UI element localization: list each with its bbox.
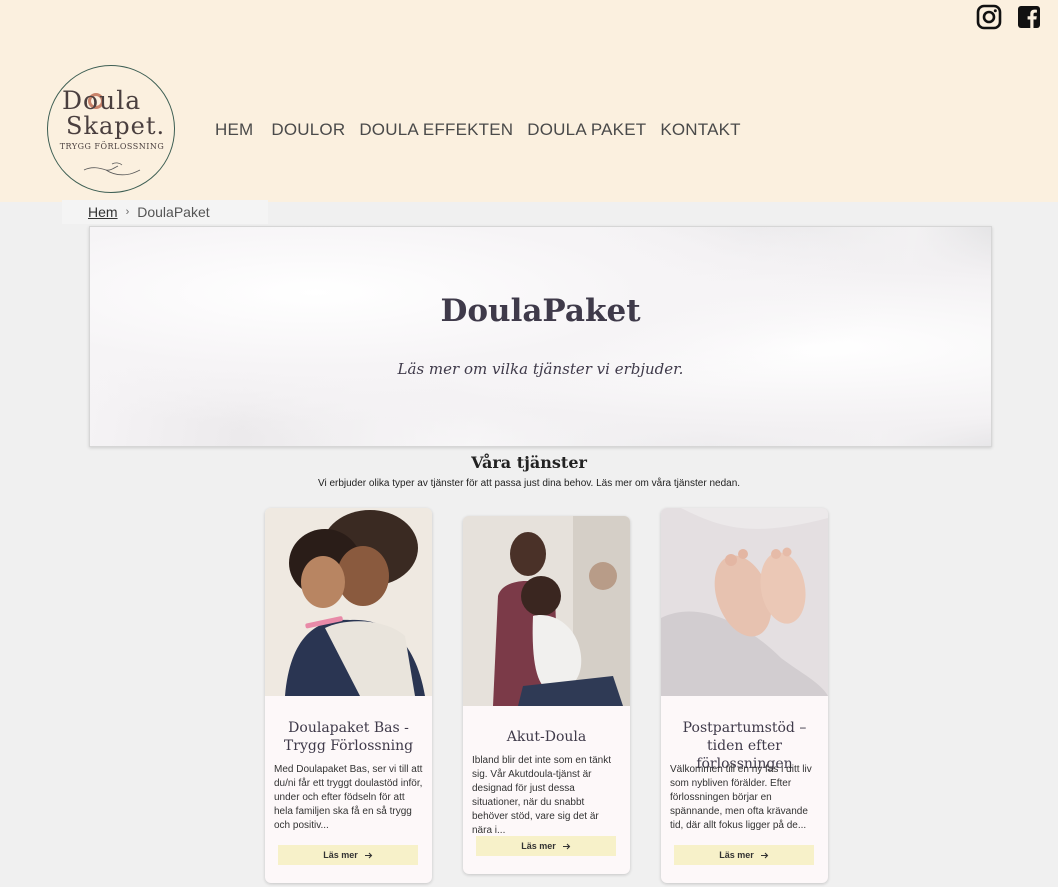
arrow-right-icon [760,852,769,858]
logo-tagline: TRYGG FÖRLOSSNING [59,142,165,151]
services-title: Våra tjänster [471,453,587,472]
nav-item-kontakt[interactable]: KONTAKT [660,120,740,140]
logo-line-2: Skapet. [66,112,166,140]
page-title: DoulaPaket [440,293,641,329]
nav-item-hem[interactable]: HEM [215,120,253,140]
service-card[interactable]: Akut-Doula Ibland blir det inte som en t… [463,516,630,874]
card-image[interactable] [661,508,828,696]
card-description: Välkommen till en ny fas i ditt liv som … [670,764,812,831]
read-more-button[interactable]: Läs mer [674,845,814,865]
read-more-button[interactable]: Läs mer [278,845,418,865]
button-label: Läs mer [521,841,556,851]
chevron-right-icon: › [125,206,130,218]
instagram-icon[interactable] [976,4,1002,30]
card-description: Ibland blir det inte som en tänkt sig. V… [472,755,611,836]
card-image[interactable] [463,516,630,706]
button-label: Läs mer [719,850,754,860]
logo-line-1: Doula [62,86,142,115]
arrow-right-icon [364,852,373,858]
service-card[interactable]: Postpartumstöd – tiden efter förlossning… [661,508,828,883]
hugging-women-photo [265,508,432,696]
hero-banner: DoulaPaket Läs mer om vilka tjänster vi … [89,226,992,447]
main-nav: HEM DOULOR DOULA EFFEKTEN DOULA PAKET KO… [215,120,741,140]
card-title[interactable]: Doulapaket Bas - Trygg Förlossning [265,719,432,755]
pregnant-couple-photo [463,516,630,706]
facebook-icon[interactable] [1016,4,1042,30]
breadcrumb-current: DoulaPaket [137,204,210,220]
card-description: Med Doulapaket Bas, ser vi till att du/n… [274,764,423,831]
service-card[interactable]: Doulapaket Bas - Trygg Förlossning Med D… [265,508,432,883]
nav-item-doulor[interactable]: DOULOR [271,120,345,140]
nav-item-doula-effekten[interactable]: DOULA EFFEKTEN [359,120,513,140]
nav-item-doula-paket[interactable]: DOULA PAKET [527,120,646,140]
baby-feet-photo [661,508,828,696]
breadcrumb: Hem › DoulaPaket [62,200,268,224]
social-links [976,4,1042,30]
site-logo[interactable]: Doula Skapet. TRYGG FÖRLOSSNING [47,65,175,193]
hero-subtitle: Läs mer om vilka tjänster vi erbjuder. [397,360,684,378]
button-label: Läs mer [323,850,358,860]
card-title[interactable]: Akut-Doula [463,728,630,746]
services-subtitle: Vi erbjuder olika typer av tjänster för … [317,478,741,489]
arrow-right-icon [562,843,571,849]
read-more-button[interactable]: Läs mer [476,836,616,856]
site-header: Doula Skapet. TRYGG FÖRLOSSNING HEM DOUL… [0,0,1058,202]
card-image[interactable] [265,508,432,696]
breadcrumb-home-link[interactable]: Hem [88,204,118,220]
hands-illustration-icon [83,162,141,176]
